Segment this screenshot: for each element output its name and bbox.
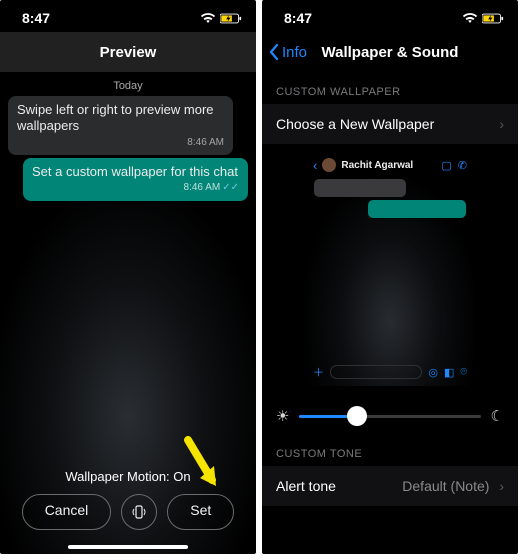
slider-thumb[interactable] [347,406,367,426]
sticker-icon: ◎ [428,366,438,379]
alert-tone-label: Alert tone [276,478,336,494]
annotation-arrow-icon [182,436,222,496]
home-indicator[interactable] [68,545,188,549]
brightness-low-icon: ☀︎ [276,407,289,425]
status-time: 8:47 [284,10,312,26]
plus-icon: ＋ [313,364,324,380]
status-icons [200,13,242,24]
alert-tone-cell[interactable]: Alert tone Default (Note) › [262,466,518,506]
chat-bubble-incoming: Swipe left or right to preview more wall… [8,96,233,155]
phone-icon: ✆ [458,159,467,172]
battery-icon [220,13,242,24]
battery-icon [482,13,504,24]
wallpaper-preview: ‹ Rachit Agarwal ▢ ✆ ＋ ◎ ◧ ⌾ [307,154,473,386]
contact-name: Rachit Agarwal [341,160,413,171]
wifi-icon [200,13,216,24]
mic-icon: ⌾ [460,366,467,379]
preview-header: Preview [0,32,256,72]
nav-title: Wallpaper & Sound [262,44,518,61]
date-label: Today [113,80,142,92]
chat-bubble-outgoing: Set a custom wallpaper for this chat 8:4… [23,158,248,201]
choose-wallpaper-label: Choose a New Wallpaper [276,116,434,132]
preview-title: Preview [100,44,157,61]
choose-wallpaper-cell[interactable]: Choose a New Wallpaper › [262,104,518,144]
video-call-icon: ▢ [441,159,451,172]
brightness-high-icon: ☾ [491,407,504,425]
msg-out-text: Set a custom wallpaper for this chat [32,164,238,179]
wallpaper-motion-label: Wallpaper Motion: On [0,469,256,484]
dimming-slider[interactable] [299,404,480,428]
msg-in-time: 8:46 AM [17,137,224,150]
avatar [322,158,336,172]
section-custom-wallpaper: CUSTOM WALLPAPER [262,72,518,104]
chevron-right-icon: › [499,116,504,132]
wifi-icon [462,13,478,24]
chevron-left-icon: ‹ [313,158,317,173]
msg-out-time: 8:46 AM [184,182,221,193]
chevron-right-icon: › [499,478,504,494]
camera-icon: ◧ [444,366,454,379]
set-button[interactable]: Set [167,494,234,530]
phone-tilt-icon [132,503,146,521]
section-custom-tone: CUSTOM TONE [262,434,518,466]
perspective-button[interactable] [121,494,157,530]
alert-tone-value: Default (Note) [402,478,489,494]
cancel-button[interactable]: Cancel [22,494,112,530]
read-ticks-icon: ✓✓ [222,182,239,193]
status-time: 8:47 [22,10,50,26]
msg-in-text: Swipe left or right to preview more wall… [17,102,214,133]
preview-input [330,365,422,379]
preview-bubble-out [368,200,466,218]
preview-bubble-in [314,179,406,197]
status-icons [462,13,504,24]
